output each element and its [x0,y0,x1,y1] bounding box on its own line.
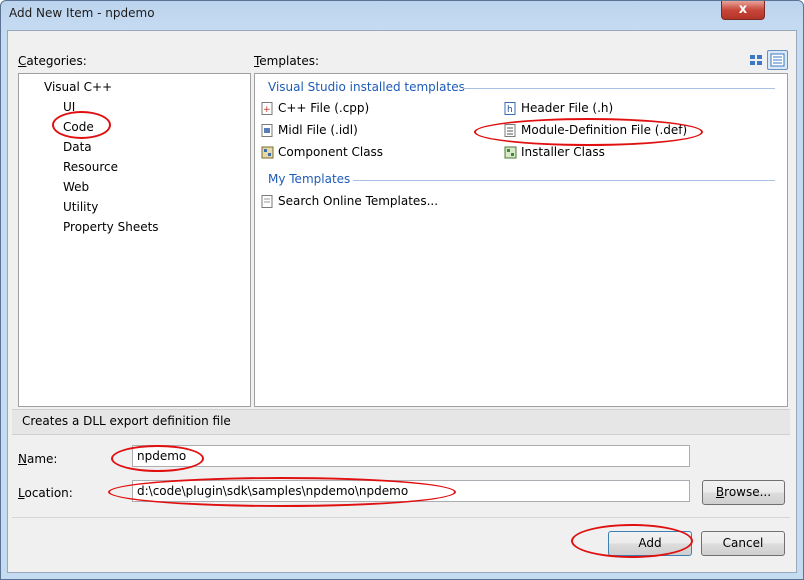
templates-list[interactable]: Visual Studio installed templates + C++ … [254,73,788,407]
dialog-client: Categories: Templates: Visual C++ UI Cod… [7,30,797,573]
categories-label: Categories: [18,54,87,68]
separator [12,517,790,518]
description-bar: Creates a DLL export definition file [12,409,790,435]
header-file-icon: h [504,101,517,115]
template-cpp-file[interactable]: + C++ File (.cpp) [261,101,369,115]
template-search-online[interactable]: Search Online Templates... [261,194,438,208]
location-input[interactable]: d:\code\plugin\sdk\samples\npdemo\npdemo [132,480,690,502]
def-file-icon [504,123,517,137]
large-icons-view-button[interactable] [746,51,766,70]
templates-label: Templates: [254,54,320,68]
template-installer-class[interactable]: Installer Class [504,145,605,159]
name-label: Name: [18,452,58,466]
template-midl-file[interactable]: Midl File (.idl) [261,123,358,137]
svg-text:+: + [263,105,271,115]
list-view-icon [770,53,785,67]
search-online-icon [261,194,274,208]
cancel-button[interactable]: Cancel [701,531,785,556]
cpp-file-icon: + [261,101,274,115]
tree-item-resource[interactable]: Resource [63,160,118,174]
midl-file-icon [261,123,274,137]
svg-text:h: h [507,105,513,115]
location-label: Location: [18,486,73,500]
template-module-definition-file[interactable]: Module-Definition File (.def) [504,123,687,137]
tree-item-code[interactable]: Code [63,120,94,134]
group-my-templates: My Templates [268,172,351,186]
tree-item-data[interactable]: Data [63,140,92,154]
close-button[interactable]: x [721,1,765,20]
template-component-class[interactable]: Component Class [261,145,383,159]
installer-class-icon [504,146,517,159]
small-icons-view-button[interactable] [767,50,788,70]
template-header-file[interactable]: h Header File (.h) [504,101,613,115]
group-divider [463,88,775,89]
dialog-window: Add New Item - npdemo x Categories: Temp… [0,0,804,580]
tree-item-web[interactable]: Web [63,180,89,194]
large-icons-icon [750,55,762,65]
tree-item-property-sheets[interactable]: Property Sheets [63,220,159,234]
description-text: Creates a DLL export definition file [22,414,231,428]
name-input[interactable]: npdemo [132,445,690,467]
tree-item-utility[interactable]: Utility [63,200,98,214]
add-button[interactable]: Add [608,531,692,556]
component-class-icon [261,146,274,159]
browse-button[interactable]: Browse... [702,480,785,505]
group-divider [353,180,775,181]
tree-item-visual-cpp[interactable]: Visual C++ [44,80,112,94]
categories-tree[interactable]: Visual C++ UI Code Data Resource Web Uti… [18,73,251,407]
tree-item-ui[interactable]: UI [63,100,75,114]
group-installed-templates: Visual Studio installed templates [268,80,465,94]
window-title: Add New Item - npdemo [9,6,155,20]
